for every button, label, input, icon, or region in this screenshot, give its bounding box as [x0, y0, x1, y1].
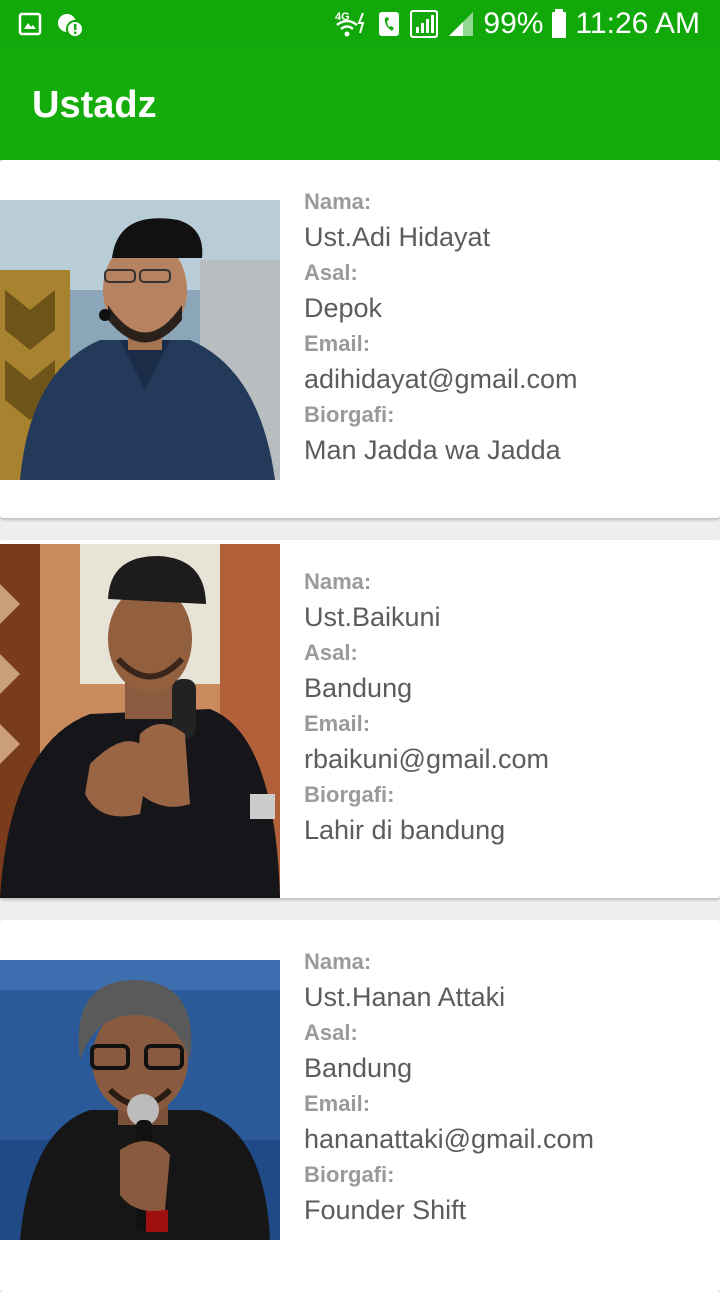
- biography-value: Founder Shift: [304, 1195, 467, 1225]
- wifi-4g-icon: 4G: [335, 11, 365, 37]
- email-value: adihidayat@gmail.com: [304, 364, 578, 394]
- name-label: Nama:: [304, 569, 372, 594]
- ustadz-info: Nama: Ust.Hanan Attaki Asal: Bandung Ema…: [304, 944, 594, 1228]
- name-label: Nama:: [304, 189, 372, 214]
- chat-alert-notification-icon: [58, 14, 84, 38]
- ustadz-info: Nama: Ust.Baikuni Asal: Bandung Email: r…: [304, 564, 549, 848]
- biography-label: Biorgafi:: [304, 402, 395, 427]
- email-label: Email:: [304, 331, 371, 356]
- status-bar: 4G 99% 11:26 AM: [0, 0, 720, 48]
- signal-icon: [410, 10, 439, 38]
- list-item[interactable]: Nama: Ust.Hanan Attaki Asal: Bandung Ema…: [0, 920, 720, 1292]
- biography-value: Man Jadda wa Jadda: [304, 435, 561, 465]
- email-label: Email:: [304, 711, 371, 736]
- page-title: Ustadz: [32, 84, 157, 126]
- name-label: Nama:: [304, 949, 372, 974]
- origin-label: Asal:: [304, 640, 358, 665]
- origin-label: Asal:: [304, 1020, 358, 1045]
- battery-percent: 99%: [483, 7, 544, 40]
- ustadz-info: Nama: Ust.Adi Hidayat Asal: Depok Email:…: [304, 184, 578, 468]
- signal-strength-icon: [449, 12, 474, 36]
- clock: 11:26 AM: [575, 7, 700, 40]
- list-item[interactable]: Nama: Ust.Adi Hidayat Asal: Depok Email:…: [0, 160, 720, 518]
- app-bar: Ustadz: [0, 48, 720, 160]
- name-value: Ust.Baikuni: [304, 602, 441, 632]
- ustadz-photo: [0, 544, 280, 898]
- list-item[interactable]: Nama: Ust.Baikuni Asal: Bandung Email: r…: [0, 540, 720, 898]
- biography-value: Lahir di bandung: [304, 815, 506, 845]
- email-value: rbaikuni@gmail.com: [304, 744, 549, 774]
- name-value: Ust.Adi Hidayat: [304, 222, 491, 252]
- name-value: Ust.Hanan Attaki: [304, 982, 506, 1012]
- origin-label: Asal:: [304, 260, 358, 285]
- biography-label: Biorgafi:: [304, 782, 395, 807]
- ustadz-photo: [0, 960, 280, 1240]
- origin-value: Bandung: [304, 673, 413, 703]
- gallery-notification-icon: [18, 12, 42, 36]
- email-value: hananattaki@gmail.com: [304, 1124, 595, 1154]
- origin-value: Depok: [304, 293, 383, 323]
- ustadz-photo: [0, 200, 280, 480]
- battery-icon: [552, 9, 567, 38]
- origin-value: Bandung: [304, 1053, 413, 1083]
- email-label: Email:: [304, 1091, 371, 1116]
- biography-label: Biorgafi:: [304, 1162, 395, 1187]
- call-icon: [379, 12, 400, 36]
